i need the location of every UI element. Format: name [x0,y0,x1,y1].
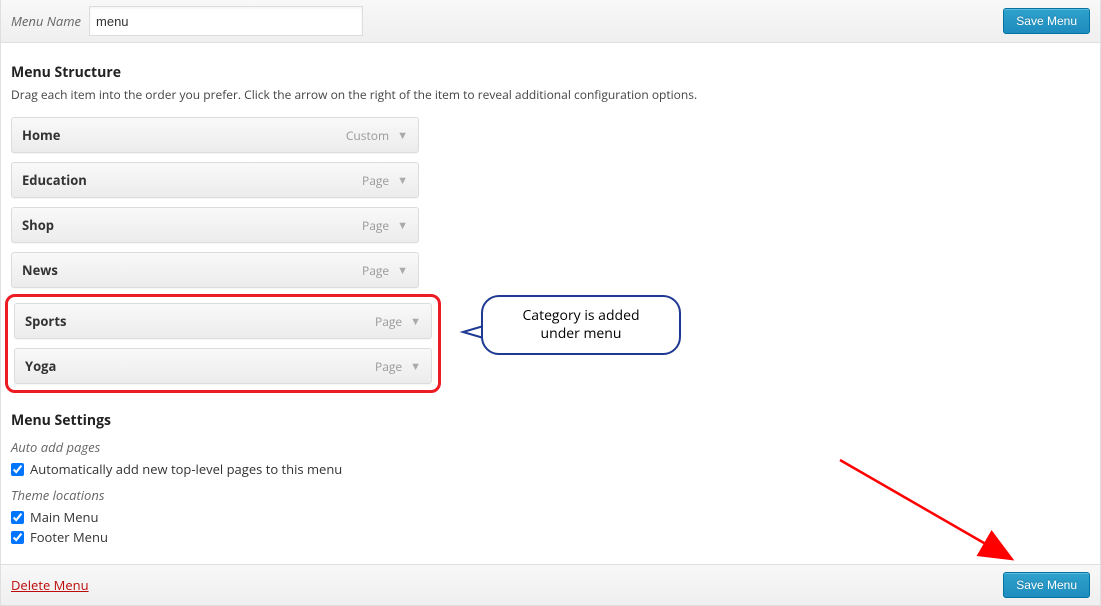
menu-item-title: News [22,261,58,279]
menu-edit-panel: Menu Name Save Menu Menu Structure Drag … [0,0,1101,606]
menu-item[interactable]: News Page ▼ [11,252,419,288]
menu-item-type: Page [375,358,402,375]
menu-item-type: Custom [346,127,389,144]
callout-tail-icon [459,317,489,347]
menu-item-title: Education [22,171,87,189]
chevron-down-icon[interactable]: ▼ [397,218,408,233]
menu-item-type: Page [375,313,402,330]
menu-name-input[interactable] [89,6,363,36]
auto-add-pages-checkbox[interactable] [11,463,24,476]
menu-structure-heading: Menu Structure [11,63,1090,82]
footer-menu-text: Footer Menu [30,528,108,546]
auto-add-pages-label: Auto add pages [11,438,1090,456]
chevron-down-icon[interactable]: ▼ [397,263,408,278]
theme-location-row[interactable]: Footer Menu [11,528,1090,546]
chevron-down-icon[interactable]: ▼ [397,128,408,143]
menu-item[interactable]: Shop Page ▼ [11,207,419,243]
menu-footer-bar: Delete Menu Save Menu [1,564,1100,605]
menu-item-type: Page [362,172,389,189]
menu-structure-desc: Drag each item into the order you prefer… [11,86,1090,103]
main-menu-checkbox[interactable] [11,511,24,524]
menu-item[interactable]: Home Custom ▼ [11,117,419,153]
chevron-down-icon[interactable]: ▼ [410,359,421,374]
menu-item[interactable]: Education Page ▼ [11,162,419,198]
menu-item-type: Page [362,217,389,234]
chevron-down-icon[interactable]: ▼ [397,173,408,188]
menu-settings: Menu Settings Auto add pages Automatical… [11,411,1090,546]
menu-header-bar: Menu Name Save Menu [1,0,1100,43]
delete-menu-link[interactable]: Delete Menu [11,576,89,594]
save-menu-button-bottom[interactable]: Save Menu [1003,572,1090,598]
menu-item-title: Shop [22,216,54,234]
menu-item[interactable]: Sports Page ▼ [14,303,432,339]
menu-item-type: Page [362,262,389,279]
theme-locations-label: Theme locations [11,486,1090,504]
menu-settings-heading: Menu Settings [11,411,1090,430]
auto-add-pages-text: Automatically add new top-level pages to… [30,460,342,478]
theme-location-row[interactable]: Main Menu [11,508,1090,526]
callout-text-line1: Category is added [501,307,661,325]
menu-item-title: Home [22,126,60,144]
footer-menu-checkbox[interactable] [11,531,24,544]
auto-add-pages-row[interactable]: Automatically add new top-level pages to… [11,460,1090,478]
annotation-highlight-box: Sports Page ▼ Yoga Page ▼ [5,294,441,393]
chevron-down-icon[interactable]: ▼ [410,314,421,329]
callout-text-line2: under menu [501,325,661,343]
menu-item-title: Yoga [25,357,56,375]
menu-name-label: Menu Name [11,12,81,30]
menu-items-list: Home Custom ▼ Education Page ▼ [11,117,419,393]
main-menu-text: Main Menu [30,508,99,526]
menu-item[interactable]: Yoga Page ▼ [14,348,432,384]
menu-item-title: Sports [25,312,66,330]
save-menu-button-top[interactable]: Save Menu [1003,8,1090,34]
